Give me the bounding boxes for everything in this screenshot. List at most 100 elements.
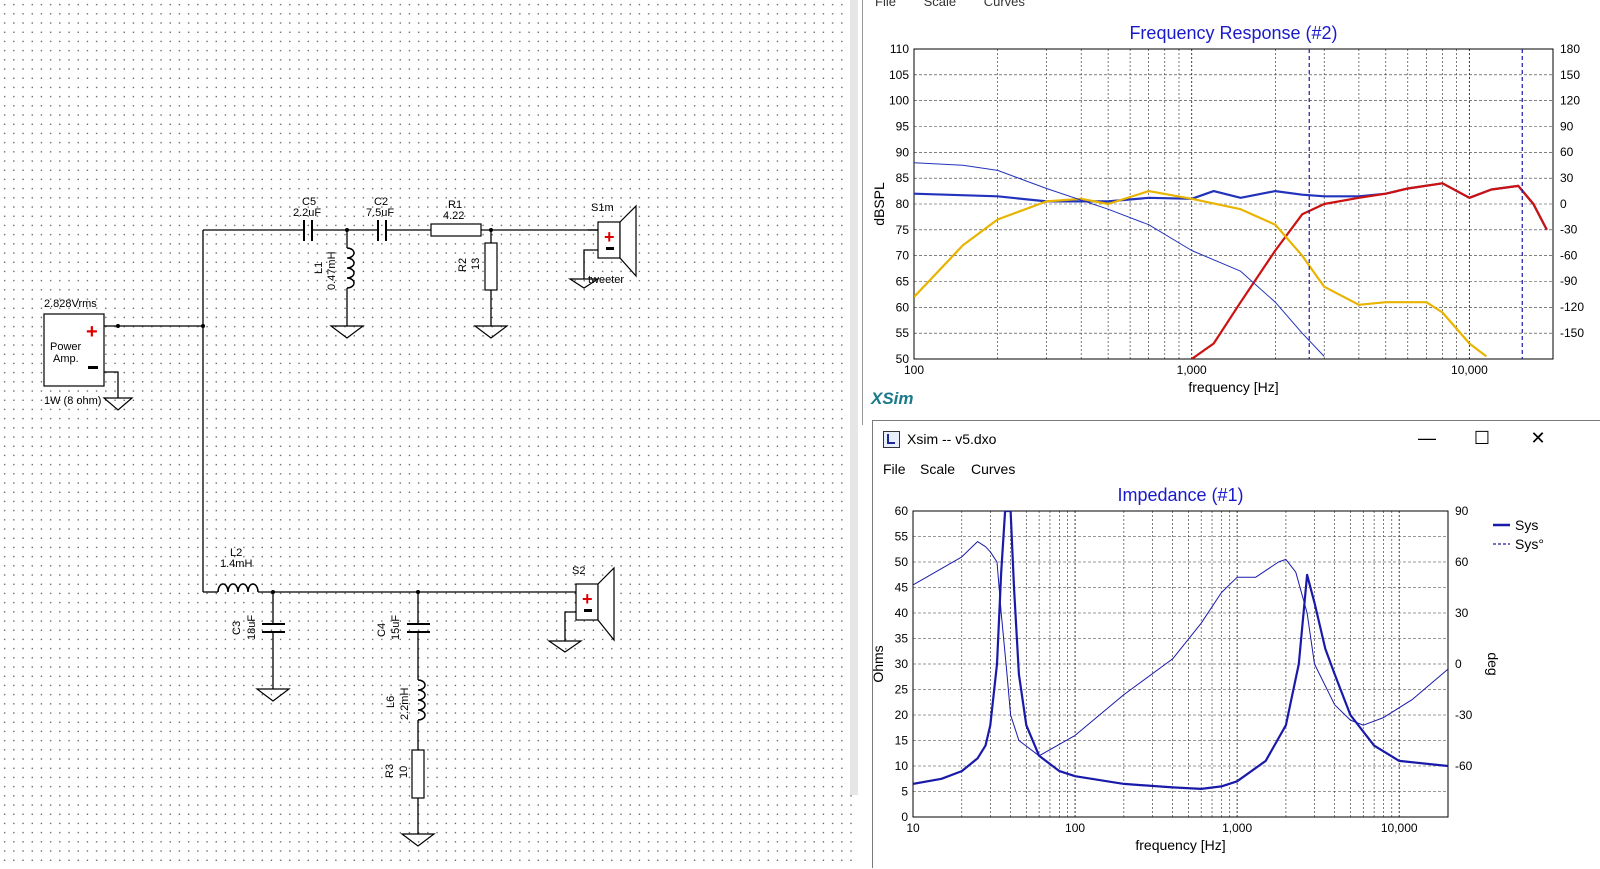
y-axis-label: Ohms <box>873 645 886 682</box>
fr-menu-scale[interactable]: Scale <box>924 0 957 9</box>
amp-power-label: 1W (8 ohm) <box>44 395 101 407</box>
menu-file[interactable]: File <box>883 461 906 477</box>
title-bar[interactable]: Xsim -- v5.dxo — ☐ ✕ <box>873 421 1600 457</box>
source-label: 2.828Vrms <box>44 298 97 310</box>
imp-menubar: File Scale Curves <box>873 457 1600 481</box>
l6-name: L6 <box>385 696 397 708</box>
y-tick-label: 35 <box>895 632 909 646</box>
amp-label-1: Power <box>50 341 82 353</box>
series-line-2 <box>914 190 1487 358</box>
s1m-name: S1m <box>591 202 614 214</box>
c4-value: 15uF <box>390 615 402 640</box>
y-tick-label: 25 <box>895 683 909 697</box>
r3-value: 10 <box>398 766 410 778</box>
frequency-response-chart[interactable]: 1101051009590858075706560555018015012090… <box>863 0 1600 425</box>
right-tick-label: -120 <box>1560 300 1584 314</box>
impedance-chart[interactable]: 6055504540353025201510509060300-30-6010 1… <box>873 481 1600 869</box>
x-tick-label: 10,000 <box>1381 821 1418 835</box>
r1-value: 4.22 <box>443 210 464 222</box>
c2-value: 7.5uF <box>366 207 394 219</box>
series-line-0 <box>913 511 1448 790</box>
y-tick-label: 80 <box>896 197 910 211</box>
close-button[interactable]: ✕ <box>1518 425 1558 451</box>
frequency-response-window[interactable]: File Scale Curves 110 105 100 95 90 85 80 75 70 6… <box>862 0 1600 425</box>
x-tick-label: 100 <box>904 363 924 377</box>
fr-menubar: File Scale Curves <box>863 0 1600 9</box>
y-axis-label-right: deg <box>1485 652 1501 675</box>
l1-value: 0.47mH <box>326 251 338 290</box>
series-line-3 <box>914 162 1325 357</box>
l6-value: 2.2mH <box>399 688 411 720</box>
y-tick-label: 110 <box>890 42 909 56</box>
c5-value: 2.2uF <box>293 207 321 219</box>
y-axis-label: dBSPL <box>871 182 887 226</box>
schematic-canvas[interactable]: Power Amp. + 2.828Vrms 1W (8 ohm) C5 2.2… <box>0 0 858 867</box>
right-tick-label: 0 <box>1560 197 1567 211</box>
legend-label-sys-phase: Sys° <box>1515 536 1544 552</box>
xsim-logo: XSim <box>870 389 914 408</box>
y-tick-label: 55 <box>895 530 909 544</box>
plus-icon: + <box>582 589 593 609</box>
y-tick-label: 45 <box>895 581 909 595</box>
s2-name: S2 <box>572 565 585 577</box>
menu-scale[interactable]: Scale <box>920 461 955 477</box>
legend-label-sys: Sys <box>1515 517 1538 533</box>
c3-name: C3 <box>231 621 243 635</box>
y-tick-label: 10 <box>895 759 909 773</box>
y-tick-label: 65 <box>896 275 910 289</box>
fr-menu-curves[interactable]: Curves <box>984 0 1025 9</box>
y-tick-label: 85 <box>896 171 910 185</box>
y-tick-label: 75 <box>896 223 910 237</box>
fr-menu-file[interactable]: File <box>875 0 896 9</box>
right-tick-label: 30 <box>1560 171 1574 185</box>
minus-icon <box>584 609 592 612</box>
y-tick-label: 30 <box>895 657 909 671</box>
x-tick-label: 100 <box>1065 821 1085 835</box>
chart-title: Impedance (#1) <box>1117 485 1243 505</box>
right-tick-label: 180 <box>1560 42 1580 56</box>
minus-icon <box>88 366 98 369</box>
minimize-button[interactable]: — <box>1407 425 1447 451</box>
x-tick-label: 10 <box>906 821 920 835</box>
amp-label-2: Amp. <box>53 353 79 365</box>
right-tick-label: 60 <box>1455 555 1469 569</box>
x-axis-label: frequency [Hz] <box>1135 837 1225 853</box>
right-tick-label: 90 <box>1455 504 1469 518</box>
y-tick-label: 90 <box>896 145 910 159</box>
impedance-window[interactable]: Xsim -- v5.dxo — ☐ ✕ File Scale Curves 6… <box>872 420 1600 868</box>
y-tick-label: 60 <box>896 300 910 314</box>
s1m-label: tweeter <box>588 274 624 286</box>
power-amp[interactable]: Power Amp. + <box>43 313 105 387</box>
maximize-button[interactable]: ☐ <box>1462 425 1502 451</box>
y-tick-label: 70 <box>896 249 910 263</box>
right-tick-label: 120 <box>1560 94 1580 108</box>
r2-value: 13 <box>470 258 482 270</box>
chart-title: Frequency Response (#2) <box>1129 23 1337 43</box>
y-tick-label: 40 <box>895 606 909 620</box>
x-tick-label: 1,000 <box>1177 363 1207 377</box>
r3-name: R3 <box>384 764 396 778</box>
series-line-1 <box>1191 182 1548 359</box>
menu-curves[interactable]: Curves <box>971 461 1015 477</box>
y-tick-label: 20 <box>895 708 909 722</box>
x-tick-label: 10,000 <box>1451 363 1488 377</box>
schematic-scrollbar[interactable] <box>850 0 858 795</box>
right-tick-label: -150 <box>1560 326 1584 340</box>
y-tick-label: 95 <box>896 120 910 134</box>
right-tick-label: 90 <box>1560 119 1574 133</box>
x-axis-label: frequency [Hz] <box>1188 379 1278 395</box>
c4-name: C4 <box>376 623 388 637</box>
right-tick-label: -60 <box>1560 248 1578 262</box>
y-tick-label: 5 <box>901 785 908 799</box>
l1-name: L1 <box>313 262 325 274</box>
y-tick-label: 15 <box>895 734 909 748</box>
right-tick-label: -30 <box>1560 223 1578 237</box>
y-tick-label: 100 <box>889 94 909 108</box>
xsim-app-icon <box>883 431 900 448</box>
r2-name: R2 <box>457 258 469 272</box>
right-tick-label: 0 <box>1455 657 1462 671</box>
plus-icon: + <box>604 227 615 247</box>
right-tick-label: 150 <box>1560 68 1580 82</box>
right-tick-label: 30 <box>1455 606 1469 620</box>
right-tick-label: -60 <box>1455 759 1473 773</box>
